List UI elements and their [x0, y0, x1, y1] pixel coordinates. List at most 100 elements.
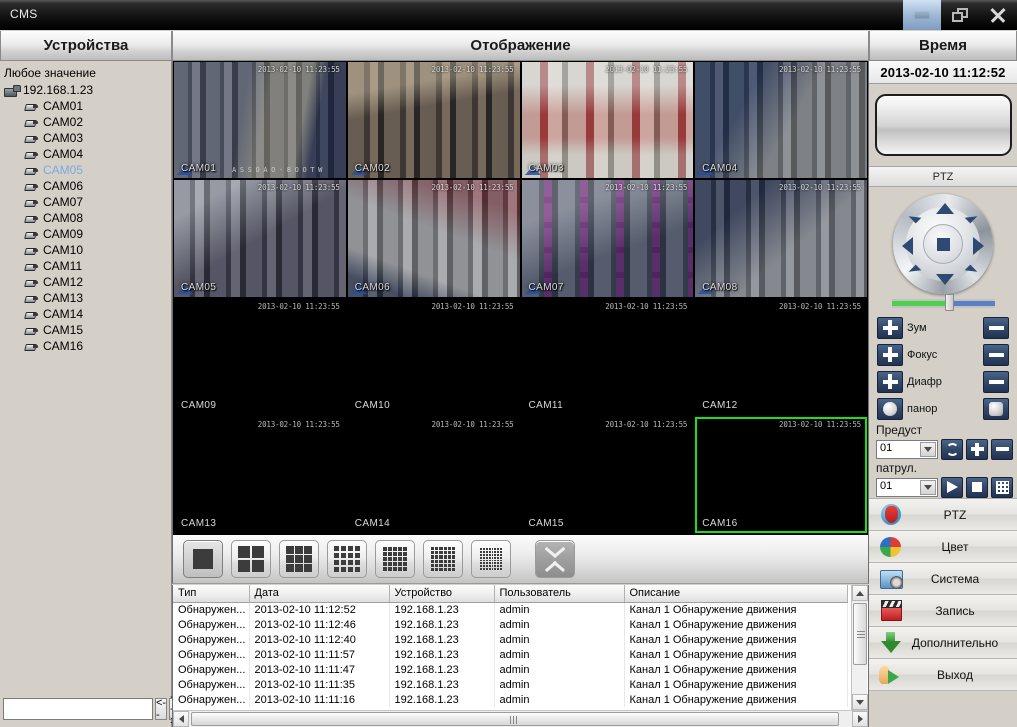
video-cell-cam11[interactable]: 2013-02-10 11:23:55CAM11: [522, 299, 694, 415]
focus-out-button[interactable]: [983, 344, 1009, 366]
layout-64-button[interactable]: [471, 540, 511, 578]
scroll-down-button[interactable]: [852, 694, 868, 710]
scroll-left-button[interactable]: [173, 711, 189, 727]
video-cell-cam14[interactable]: 2013-02-10 11:23:55CAM14: [348, 417, 520, 533]
camera-tree-item-cam16[interactable]: CAM16: [2, 338, 171, 354]
device-root-node[interactable]: 192.168.1.23: [2, 82, 171, 98]
zoom-out-button[interactable]: [983, 317, 1009, 339]
preset-goto-button[interactable]: [941, 439, 963, 460]
camera-tree-item-cam07[interactable]: CAM07: [2, 194, 171, 210]
log-row[interactable]: Обнаружен...2013-02-10 11:12:40192.168.1…: [173, 632, 847, 647]
layout-25-button[interactable]: [375, 540, 415, 578]
menu-item-extra[interactable]: Дополнительно: [869, 627, 1017, 659]
video-cell-cam08[interactable]: 2013-02-10 11:23:55CAM08: [695, 180, 867, 296]
patrol-play-button[interactable]: [941, 477, 963, 498]
preset-add-button[interactable]: [966, 439, 988, 460]
camera-tree-item-cam10[interactable]: CAM10: [2, 242, 171, 258]
patrol-dropdown-arrow[interactable]: [920, 480, 936, 495]
video-cell-cam12[interactable]: 2013-02-10 11:23:55CAM12: [695, 299, 867, 415]
layout-16-button[interactable]: [327, 540, 367, 578]
iris-close-button[interactable]: [983, 371, 1009, 393]
camera-tree-item-cam08[interactable]: CAM08: [2, 210, 171, 226]
log-row[interactable]: Обнаружен...2013-02-10 11:12:46192.168.1…: [173, 617, 847, 632]
video-cell-cam05[interactable]: 2013-02-10 11:23:55CAM05: [174, 180, 346, 296]
fullscreen-button[interactable]: [535, 540, 575, 578]
video-cell-cam16[interactable]: 2013-02-10 11:23:55CAM16: [695, 417, 867, 533]
cell-timestamp: 2013-02-10 11:23:55: [258, 302, 340, 311]
camera-tree-item-cam13[interactable]: CAM13: [2, 290, 171, 306]
pan-stop-button[interactable]: [983, 398, 1009, 420]
patrol-setup-button[interactable]: [991, 477, 1013, 498]
speed-slider-handle[interactable]: [945, 294, 954, 311]
camera-tree-item-cam03[interactable]: CAM03: [2, 130, 171, 146]
scroll-up-button[interactable]: [852, 585, 868, 601]
zoom-in-button[interactable]: [877, 317, 903, 339]
pan-start-button[interactable]: [877, 398, 903, 420]
preset-dropdown-arrow[interactable]: [920, 442, 936, 457]
video-cell-cam07[interactable]: 2013-02-10 11:23:55CAM07: [522, 180, 694, 296]
camera-tree-item-cam04[interactable]: CAM04: [2, 146, 171, 162]
ptz-joystick[interactable]: [893, 194, 993, 294]
horizontal-scroll-thumb[interactable]: [191, 712, 839, 726]
patrol-select[interactable]: 01: [876, 478, 938, 497]
menu-item-exit[interactable]: Выход: [869, 659, 1017, 691]
close-button[interactable]: [979, 0, 1017, 30]
prev-page-button[interactable]: <--: [155, 698, 167, 720]
iris-open-button[interactable]: [877, 371, 903, 393]
layout-9-button[interactable]: [279, 540, 319, 578]
layout-4-button[interactable]: [231, 540, 271, 578]
log-vertical-scrollbar[interactable]: [851, 585, 867, 710]
video-cell-cam06[interactable]: 2013-02-10 11:23:55CAM06: [348, 180, 520, 296]
patrol-stop-button[interactable]: [966, 477, 988, 498]
video-cell-cam09[interactable]: 2013-02-10 11:23:55CAM09: [174, 299, 346, 415]
camera-tree-item-cam01[interactable]: CAM01: [2, 98, 171, 114]
camera-tree-item-cam05[interactable]: CAM05: [2, 162, 171, 178]
preset-remove-button[interactable]: [991, 439, 1013, 460]
menu-item-record[interactable]: Запись: [869, 595, 1017, 627]
vertical-scroll-thumb[interactable]: [853, 603, 867, 665]
camera-tree-item-cam14[interactable]: CAM14: [2, 306, 171, 322]
layout-1-button[interactable]: [183, 540, 223, 578]
scroll-right-button[interactable]: [852, 711, 868, 727]
camera-tree-item-cam02[interactable]: CAM02: [2, 114, 171, 130]
log-horizontal-scrollbar[interactable]: [173, 710, 868, 727]
camera-tree-item-cam09[interactable]: CAM09: [2, 226, 171, 242]
menu-item-ptz[interactable]: PTZ: [869, 499, 1017, 531]
ptz-right-arrow-icon[interactable]: [973, 237, 984, 255]
log-column-header[interactable]: Описание: [624, 585, 847, 602]
camera-tree-item-cam11[interactable]: CAM11: [2, 258, 171, 274]
menu-item-color[interactable]: Цвет: [869, 531, 1017, 563]
video-cell-cam10[interactable]: 2013-02-10 11:23:55CAM10: [348, 299, 520, 415]
video-cell-cam02[interactable]: 2013-02-10 11:23:55CAM02: [348, 62, 520, 178]
log-row[interactable]: Обнаружен...2013-02-10 11:12:52192.168.1…: [173, 602, 847, 617]
log-column-header[interactable]: Устройство: [389, 585, 494, 602]
video-cell-cam01[interactable]: 2013-02-10 11:23:55CAM01A S S O A O - 8 …: [174, 62, 346, 178]
log-column-header[interactable]: Тип: [173, 585, 249, 602]
video-cell-cam13[interactable]: 2013-02-10 11:23:55CAM13: [174, 417, 346, 533]
camera-tree-item-cam06[interactable]: CAM06: [2, 178, 171, 194]
display-toggle-button[interactable]: [875, 94, 1012, 156]
log-column-header[interactable]: Дата: [249, 585, 389, 602]
ptz-down-arrow-icon[interactable]: [936, 274, 954, 285]
ptz-stop-button[interactable]: [923, 224, 963, 264]
menu-item-system[interactable]: Система: [869, 563, 1017, 595]
video-cell-cam04[interactable]: 2013-02-10 11:23:55CAM04: [695, 62, 867, 178]
preset-select[interactable]: 01: [876, 440, 938, 459]
ptz-up-arrow-icon[interactable]: [936, 203, 954, 214]
ptz-left-arrow-icon[interactable]: [902, 237, 913, 255]
layout-36-button[interactable]: [423, 540, 463, 578]
video-cell-cam03[interactable]: 2013-02-10 11:23:55CAM03: [522, 62, 694, 178]
ptz-speed-slider[interactable]: [892, 299, 995, 308]
device-search-input[interactable]: [3, 698, 153, 720]
log-row[interactable]: Обнаружен...2013-02-10 11:11:57192.168.1…: [173, 647, 847, 662]
camera-tree-item-cam15[interactable]: CAM15: [2, 322, 171, 338]
restore-button[interactable]: [941, 0, 979, 30]
focus-in-button[interactable]: [877, 344, 903, 366]
minimize-button[interactable]: [903, 0, 941, 30]
video-cell-cam15[interactable]: 2013-02-10 11:23:55CAM15: [522, 417, 694, 533]
camera-tree-item-cam12[interactable]: CAM12: [2, 274, 171, 290]
log-row[interactable]: Обнаружен...2013-02-10 11:11:35192.168.1…: [173, 677, 847, 692]
log-column-header[interactable]: Пользователь: [494, 585, 624, 602]
log-row[interactable]: Обнаружен...2013-02-10 11:11:47192.168.1…: [173, 662, 847, 677]
log-row[interactable]: Обнаружен...2013-02-10 11:11:16192.168.1…: [173, 692, 847, 707]
